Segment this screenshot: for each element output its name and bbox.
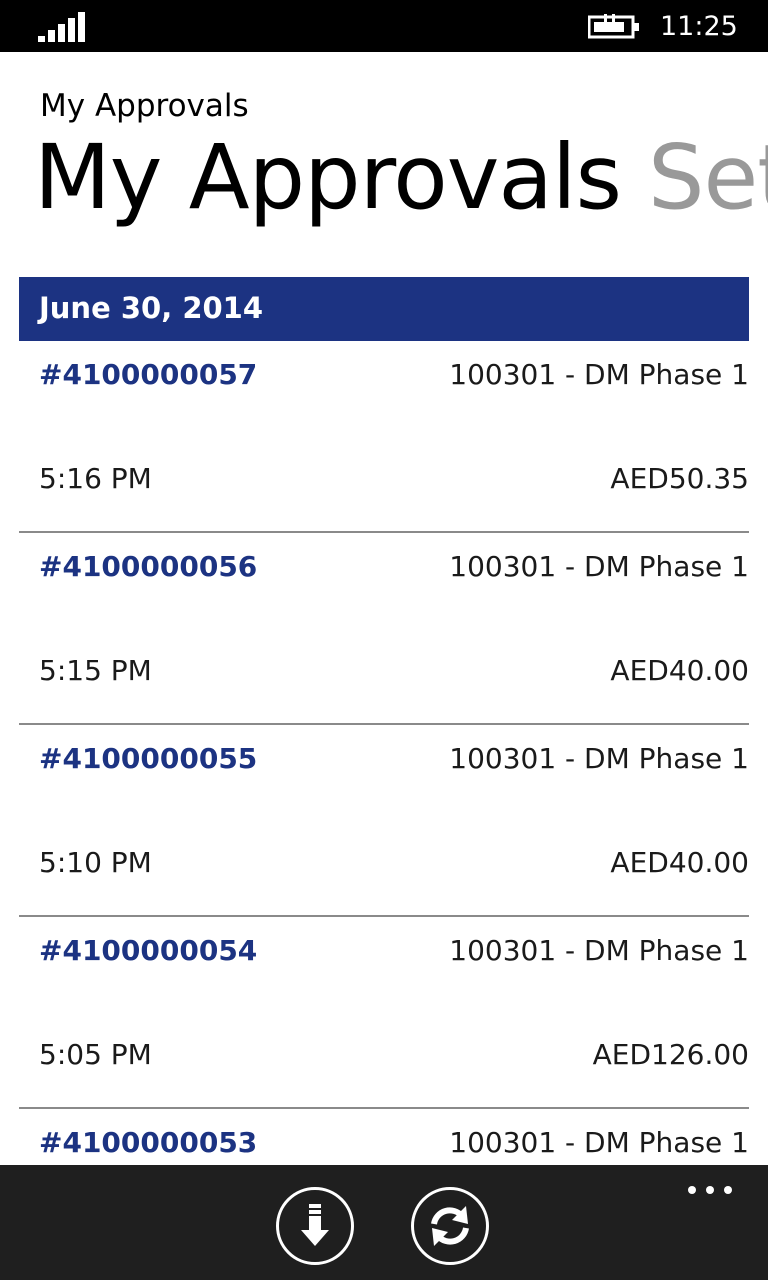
approval-project: 100301 - DM Phase 1 [449, 550, 749, 583]
list-item[interactable]: #4100000056 100301 - DM Phase 1 5:15 PM … [19, 533, 749, 725]
approval-project: 100301 - DM Phase 1 [449, 934, 749, 967]
approval-project: 100301 - DM Phase 1 [449, 358, 749, 391]
download-icon [301, 1204, 329, 1246]
pivot-tab-my-approvals[interactable]: My Approvals [34, 122, 622, 232]
refresh-button[interactable] [411, 1187, 489, 1265]
approval-id: #4100000053 [39, 1126, 258, 1159]
list-item[interactable]: #4100000057 100301 - DM Phase 1 5:16 PM … [19, 341, 749, 533]
download-button[interactable] [276, 1187, 354, 1265]
status-bar: 11:25 [0, 0, 768, 52]
date-group-header: June 30, 2014 [19, 277, 749, 341]
approval-project: 100301 - DM Phase 1 [449, 1126, 749, 1159]
approval-amount: AED50.35 [610, 462, 749, 495]
pivot-tab-settings[interactable]: Set [648, 122, 768, 232]
approval-id: #4100000056 [39, 550, 258, 583]
approvals-list: June 30, 2014 #4100000057 100301 - DM Ph… [19, 277, 749, 1165]
approval-amount: AED40.00 [610, 846, 749, 879]
list-item[interactable]: #4100000055 100301 - DM Phase 1 5:10 PM … [19, 725, 749, 917]
approval-id: #4100000057 [39, 358, 258, 391]
list-item[interactable]: #4100000053 100301 - DM Phase 1 [19, 1109, 749, 1165]
refresh-icon [431, 1206, 469, 1246]
approval-id: #4100000055 [39, 742, 258, 775]
more-ellipsis-icon[interactable] [680, 1177, 740, 1201]
pivot-header: My Approvals Set [0, 122, 768, 232]
approval-amount: AED126.00 [592, 1038, 749, 1071]
approval-time: 5:05 PM [39, 1038, 152, 1071]
signal-strength-icon [38, 12, 85, 42]
battery-charging-icon [588, 14, 639, 39]
approval-time: 5:10 PM [39, 846, 152, 879]
approval-amount: AED40.00 [610, 654, 749, 687]
approval-time: 5:16 PM [39, 462, 152, 495]
clock: 11:25 [660, 11, 738, 42]
list-item[interactable]: #4100000054 100301 - DM Phase 1 5:05 PM … [19, 917, 749, 1109]
approval-project: 100301 - DM Phase 1 [449, 742, 749, 775]
approval-time: 5:15 PM [39, 654, 152, 687]
app-bar [0, 1165, 768, 1280]
approval-id: #4100000054 [39, 934, 258, 967]
